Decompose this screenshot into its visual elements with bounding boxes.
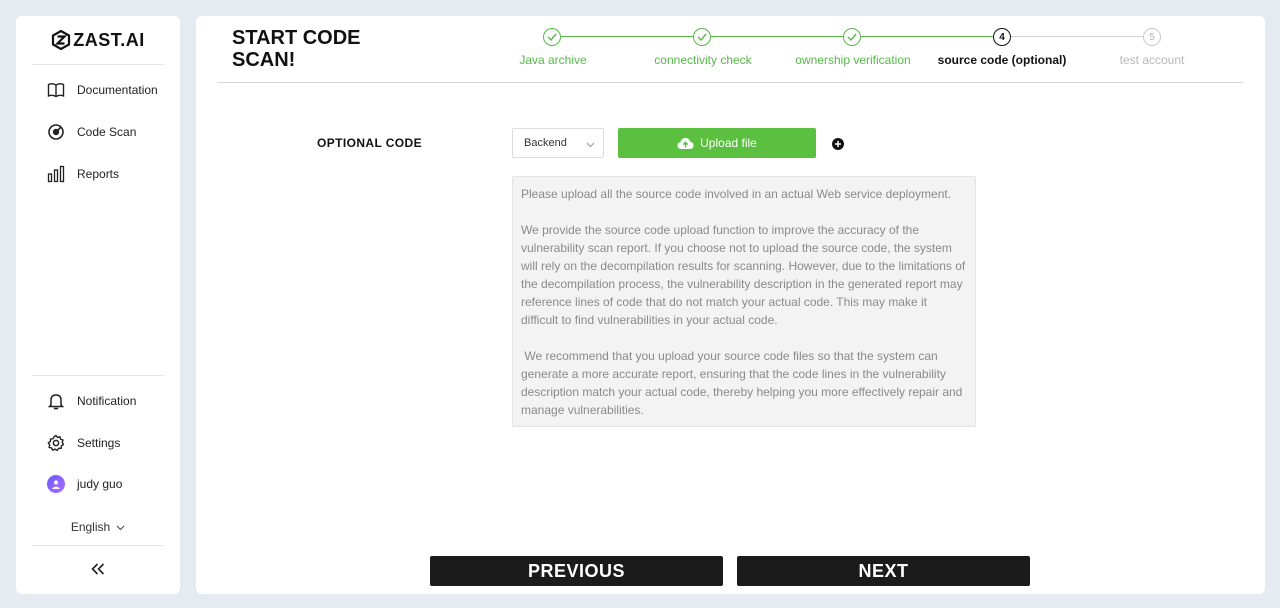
sidebar-item-notification[interactable]: Notification (16, 385, 180, 417)
info-paragraph: We provide the source code upload functi… (521, 223, 966, 327)
sidebar-divider (32, 64, 164, 65)
step-3-label: ownership verification (795, 53, 911, 67)
user-name: judy guo (77, 477, 123, 491)
upload-file-label: Upload file (700, 136, 757, 150)
step-5-label: test account (1119, 53, 1185, 67)
sidebar-item-label: Reports (77, 167, 120, 181)
scan-icon (46, 122, 66, 142)
avatar (47, 475, 65, 493)
stepper-progress-line (561, 36, 1004, 37)
header-divider (217, 82, 1243, 83)
sidebar-item-label: Notification (77, 394, 137, 408)
code-type-select[interactable]: Backend (512, 128, 604, 158)
sidebar-item-label: Code Scan (77, 125, 137, 139)
chevron-down-icon (586, 139, 595, 151)
info-paragraph: Please upload all the source code involv… (521, 187, 952, 201)
step-4-label: source code (optional) (937, 53, 1067, 67)
bell-icon (46, 391, 66, 411)
optional-code-label: OPTIONAL CODE (317, 136, 422, 150)
sidebar-item-documentation[interactable]: Documentation (16, 74, 180, 106)
sidebar-item-label: Documentation (77, 83, 158, 97)
sidebar-item-code-scan[interactable]: Code Scan (16, 116, 180, 148)
upload-file-button[interactable]: Upload file (618, 128, 816, 158)
step-5-number: 5 (1143, 28, 1161, 46)
next-button[interactable]: NEXT (737, 556, 1030, 586)
user-avatar (46, 474, 66, 494)
sidebar-item-reports[interactable]: Reports (16, 158, 180, 190)
cloud-upload-icon (677, 137, 694, 150)
source-code-info-box: Please upload all the source code involv… (512, 176, 976, 427)
brand-name: ZAST.AI (73, 29, 145, 50)
plus-icon (835, 141, 841, 147)
page-title: START CODE SCAN! (232, 27, 361, 71)
step-2-label: connectivity check (654, 53, 752, 67)
step-3-check-icon (843, 28, 861, 46)
code-type-value: Backend (524, 137, 567, 149)
sidebar-divider (32, 375, 164, 376)
chevron-down-icon (116, 520, 125, 534)
step-4-number: 4 (993, 28, 1011, 46)
bar-chart-icon (46, 164, 66, 184)
main-panel: START CODE SCAN! Java archive connectivi… (196, 16, 1265, 594)
brand-logo[interactable]: ZAST.AI (16, 16, 180, 64)
previous-button[interactable]: PREVIOUS (430, 556, 723, 586)
collapse-sidebar-button[interactable] (86, 557, 110, 581)
sidebar-item-user[interactable]: judy guo (16, 468, 180, 500)
step-1-check-icon (543, 28, 561, 46)
sidebar-item-settings[interactable]: Settings (16, 427, 180, 459)
zast-logo-icon (52, 30, 71, 50)
double-chevron-left-icon (91, 563, 105, 575)
sidebar-divider (32, 545, 164, 546)
language-selector[interactable]: English (16, 516, 180, 538)
step-2-check-icon (693, 28, 711, 46)
add-code-button[interactable] (832, 138, 844, 150)
book-icon (46, 80, 66, 100)
language-label: English (70, 520, 111, 534)
info-paragraph: We recommend that you upload your source… (521, 349, 966, 417)
sidebar: ZAST.AI Documentation Code Scan Reports … (16, 16, 180, 594)
sidebar-item-label: Settings (77, 436, 121, 450)
step-1-label: Java archive (519, 53, 587, 67)
stepper-remaining-line (1011, 36, 1153, 37)
gear-icon (46, 433, 66, 453)
